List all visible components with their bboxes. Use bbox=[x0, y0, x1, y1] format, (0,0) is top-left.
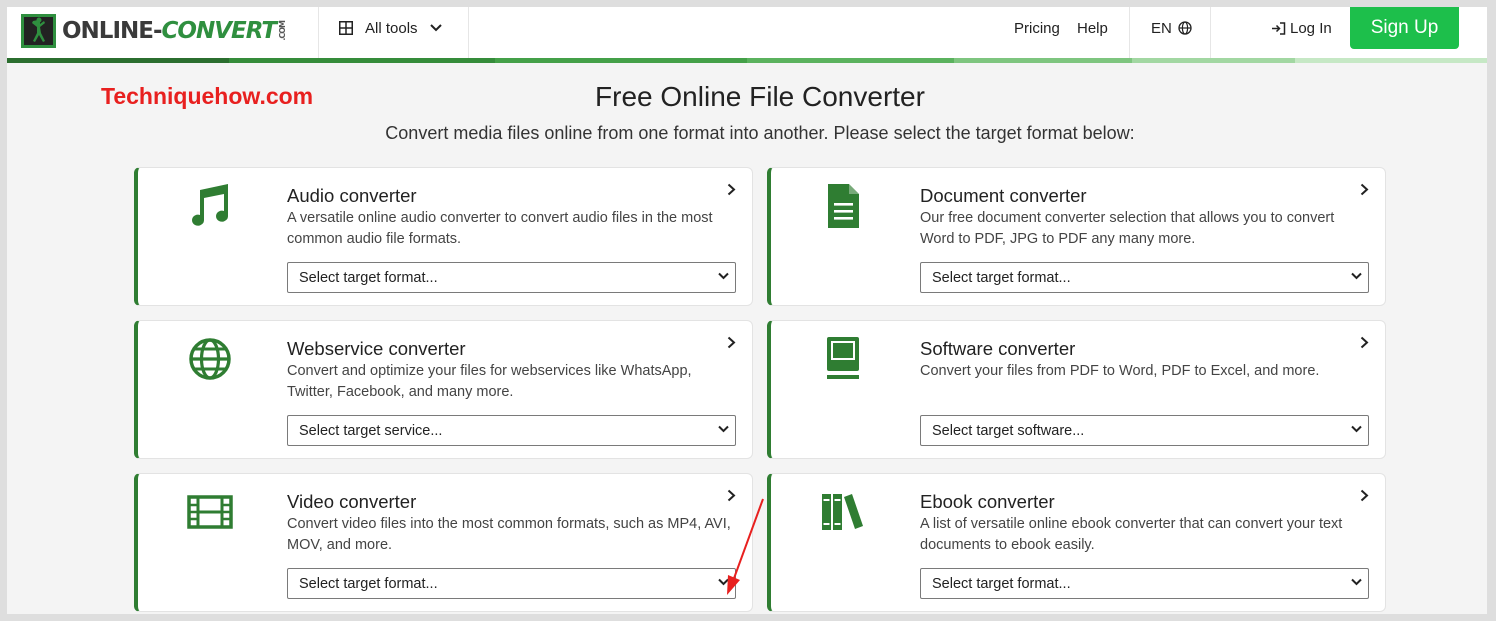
card-title: Ebook converter bbox=[920, 491, 1055, 512]
help-link[interactable]: Help bbox=[1077, 7, 1108, 49]
signup-button[interactable]: Sign Up bbox=[1350, 7, 1459, 49]
card-description: A versatile online audio converter to co… bbox=[287, 210, 713, 247]
chevron-down-icon bbox=[1351, 425, 1362, 433]
target-format-select[interactable]: Select target format... bbox=[287, 568, 736, 599]
card-title: Software converter bbox=[920, 338, 1076, 359]
site-logo[interactable]: ONLINE- CONVERT .COM bbox=[21, 12, 287, 50]
logo-text-suffix: .COM bbox=[278, 21, 288, 41]
select-value: Select target software... bbox=[932, 422, 1085, 439]
converter-card-video[interactable]: Video converter Convert video files into… bbox=[134, 473, 753, 612]
nav-divider bbox=[318, 7, 319, 58]
nav-divider bbox=[1129, 7, 1130, 58]
login-icon bbox=[1272, 21, 1286, 35]
pricing-link[interactable]: Pricing bbox=[1014, 7, 1060, 49]
login-label: Log In bbox=[1290, 19, 1332, 37]
page: ONLINE- CONVERT .COM All tools Pricing He… bbox=[7, 7, 1487, 621]
card-description: Convert your files from PDF to Word, PDF… bbox=[920, 363, 1320, 379]
card-description: Convert and optimize your files for webs… bbox=[287, 363, 692, 400]
converter-card-ebook[interactable]: Ebook converter A list of versatile onli… bbox=[767, 473, 1386, 612]
target-format-select[interactable]: Select target format... bbox=[920, 568, 1369, 599]
chevron-down-icon bbox=[718, 425, 729, 433]
card-description: Our free document converter selection th… bbox=[920, 210, 1335, 247]
chevron-right-icon[interactable] bbox=[1360, 181, 1369, 201]
login-link[interactable]: Log In bbox=[1271, 7, 1332, 49]
chevron-down-icon bbox=[1351, 272, 1362, 280]
globe-icon bbox=[189, 338, 231, 380]
computer-icon bbox=[827, 337, 859, 379]
select-value: Select target service... bbox=[299, 422, 443, 439]
converter-card-software[interactable]: Software converter Convert your files fr… bbox=[767, 320, 1386, 459]
select-value: Select target format... bbox=[299, 269, 438, 286]
logo-text-main: ONLINE- bbox=[62, 18, 163, 44]
top-navbar: ONLINE- CONVERT .COM All tools Pricing He… bbox=[7, 7, 1487, 58]
grid-icon bbox=[339, 21, 353, 35]
all-tools-menu[interactable]: All tools bbox=[339, 7, 442, 49]
nav-divider bbox=[468, 7, 469, 58]
converter-card-audio[interactable]: Audio converter A versatile online audio… bbox=[134, 167, 753, 306]
card-description: A list of versatile online ebook convert… bbox=[920, 516, 1343, 553]
card-title: Audio converter bbox=[287, 185, 417, 206]
page-subtitle: Convert media files online from one form… bbox=[385, 123, 1135, 143]
card-title: Webservice converter bbox=[287, 338, 466, 359]
header-accent-stripe bbox=[7, 58, 1487, 63]
chevron-down-icon bbox=[429, 24, 442, 32]
card-description: Convert video files into the most common… bbox=[287, 516, 731, 553]
target-format-select[interactable]: Select target format... bbox=[287, 262, 736, 293]
converter-card-webservice[interactable]: Webservice converter Convert and optimiz… bbox=[134, 320, 753, 459]
logo-mark-icon bbox=[21, 14, 56, 48]
target-service-select[interactable]: Select target service... bbox=[287, 415, 736, 446]
chevron-right-icon[interactable] bbox=[1360, 487, 1369, 507]
select-value: Select target format... bbox=[932, 575, 1071, 592]
language-label: EN bbox=[1151, 19, 1172, 37]
all-tools-label: All tools bbox=[365, 19, 418, 37]
language-selector[interactable]: EN bbox=[1151, 7, 1192, 49]
target-software-select[interactable]: Select target software... bbox=[920, 415, 1369, 446]
select-value: Select target format... bbox=[299, 575, 438, 592]
chevron-right-icon[interactable] bbox=[1360, 334, 1369, 354]
chevron-down-icon bbox=[718, 272, 729, 280]
target-format-select[interactable]: Select target format... bbox=[920, 262, 1369, 293]
card-title: Document converter bbox=[920, 185, 1087, 206]
globe-small-icon bbox=[1178, 21, 1192, 35]
nav-divider bbox=[1210, 7, 1211, 58]
select-value: Select target format... bbox=[932, 269, 1071, 286]
chevron-down-icon bbox=[1351, 578, 1362, 586]
logo-text-accent: CONVERT bbox=[161, 18, 278, 44]
chevron-right-icon[interactable] bbox=[727, 334, 736, 354]
annotation-arrow-icon bbox=[727, 498, 764, 595]
music-note-icon bbox=[192, 184, 229, 226]
document-icon bbox=[828, 184, 859, 228]
chevron-right-icon[interactable] bbox=[727, 181, 736, 201]
film-icon bbox=[187, 495, 233, 529]
card-title: Video converter bbox=[287, 491, 417, 512]
books-icon bbox=[822, 494, 863, 530]
converter-card-document[interactable]: Document converter Our free document con… bbox=[767, 167, 1386, 306]
page-title: Free Online File Converter bbox=[595, 81, 925, 112]
